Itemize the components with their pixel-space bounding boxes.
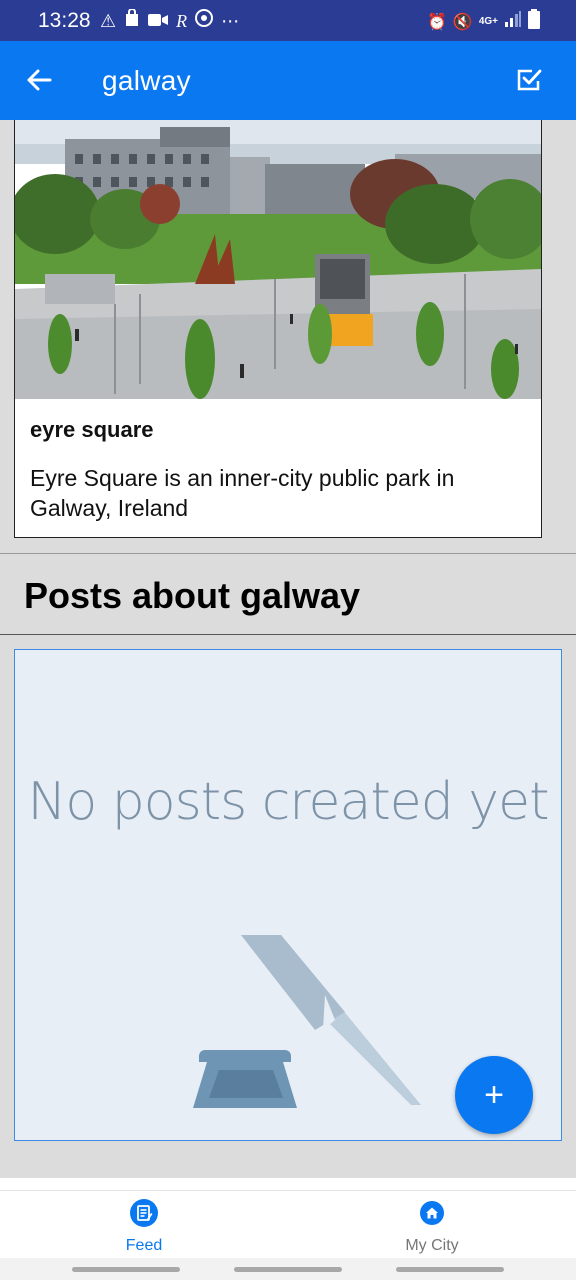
bottom-spacer [0, 1178, 576, 1190]
network-icon: 4G+ [478, 15, 498, 27]
nav-item-my-city[interactable]: My City [362, 1199, 502, 1255]
back-button[interactable] [22, 63, 56, 97]
section-divider [0, 634, 576, 635]
place-photo [15, 120, 541, 399]
battery-icon [528, 9, 540, 34]
nav-item-feed[interactable]: Feed [74, 1199, 214, 1255]
page-title: galway [102, 65, 191, 96]
r-icon: R [176, 10, 188, 31]
checkbox-icon [517, 69, 542, 91]
app-bar: galway [0, 41, 576, 120]
bag-icon [124, 8, 140, 32]
home-icon [420, 1201, 444, 1225]
video-icon [148, 10, 169, 32]
place-card[interactable]: eyre square Eyre Square is an inner-city… [14, 120, 542, 538]
alarm-icon: ⏰ [426, 13, 447, 31]
status-bar: 13:28 ⚠ R ⋯ ⏰ 🔇 4G+ [0, 0, 576, 41]
add-post-button[interactable]: + [455, 1056, 533, 1134]
status-right-icons: ⏰ 🔇 4G+ [427, 9, 540, 34]
status-left-icons: ⚠ R ⋯ [100, 8, 240, 32]
nav-label-feed: Feed [125, 1237, 163, 1254]
gesture-handle[interactable] [234, 1267, 342, 1272]
posts-section-title: Posts about galway [24, 575, 361, 616]
bottom-navigation: Feed My City [0, 1190, 576, 1258]
signal-icon [504, 11, 522, 32]
gesture-handle[interactable] [72, 1267, 180, 1272]
mute-icon: 🔇 [452, 13, 473, 31]
empty-posts-panel: No posts created yet + [14, 649, 562, 1141]
chrome-icon [195, 9, 214, 32]
place-description: Eyre Square is an inner-city public park… [30, 465, 455, 521]
checkbox-button[interactable] [516, 67, 542, 93]
nav-label-my-city: My City [405, 1237, 459, 1254]
empty-message: No posts created yet [27, 772, 550, 832]
section-divider [0, 553, 576, 554]
content-area: eyre square Eyre Square is an inner-city… [0, 120, 576, 1178]
place-name: eyre square [30, 417, 154, 442]
system-gesture-bar [0, 1258, 576, 1280]
more-icon: ⋯ [221, 10, 240, 31]
warning-icon: ⚠ [100, 10, 117, 31]
feed-icon [130, 1199, 158, 1227]
status-time: 13:28 [38, 9, 91, 32]
quill-inkpot-icon [193, 935, 421, 1108]
gesture-handle[interactable] [396, 1267, 504, 1272]
arrow-left-icon [27, 69, 52, 91]
